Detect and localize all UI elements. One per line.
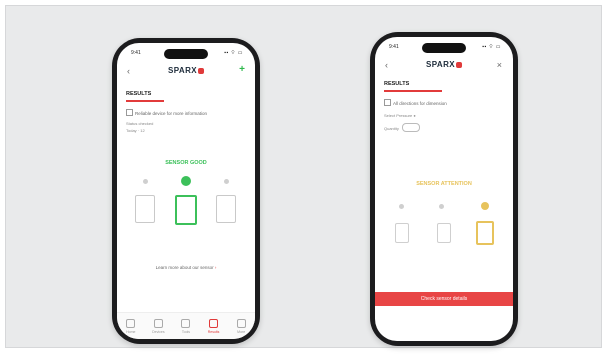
learn-more-link[interactable]: Learn more about our sensor › [117, 265, 255, 270]
tab-tools[interactable]: Tools [177, 318, 195, 334]
pressure-indicator-icon: ● [413, 113, 416, 118]
results-icon [209, 318, 219, 328]
top-bar: ‹ SPARX × [375, 57, 513, 75]
status-icons: ▪▪ ⌔ ▭ [224, 50, 243, 56]
chevron-right-icon: › [214, 265, 217, 270]
add-button[interactable]: + [239, 64, 245, 75]
checkbox-icon[interactable] [126, 109, 133, 116]
devices-icon [153, 318, 163, 328]
indicator-dot-left [143, 179, 148, 184]
close-button[interactable]: × [497, 60, 502, 70]
checkbox-label: All directions for dimension [393, 101, 447, 106]
status-time: 9:41 [389, 44, 399, 50]
indicator-dot-middle [439, 204, 444, 209]
results-heading: RESULTS [126, 91, 152, 97]
indicator-dot-active [481, 202, 489, 210]
phone-left-screen: 9:41 ▪▪ ⌔ ▭ ‹ SPARX + RESULTS Reliable d… [117, 43, 255, 339]
checkbox-icon[interactable] [384, 99, 391, 106]
sensor-status-title: SENSOR ATTENTION [416, 181, 472, 187]
dynamic-island [422, 43, 466, 53]
pressure-line: Select Pressure ● [384, 113, 416, 118]
back-button[interactable]: ‹ [385, 60, 388, 70]
sensor-card-left[interactable] [135, 195, 155, 223]
app-logo: SPARX [168, 66, 204, 75]
dynamic-island [164, 49, 208, 59]
detail-line-1: Status checked [126, 121, 154, 126]
top-bar: ‹ SPARX + [117, 63, 255, 81]
logo-mark-icon [197, 68, 204, 74]
back-button[interactable]: ‹ [127, 66, 130, 76]
app-logo: SPARX [426, 60, 462, 69]
logo-mark-icon [455, 62, 462, 68]
status-time: 9:41 [131, 50, 141, 56]
tab-devices[interactable]: Devices [149, 318, 167, 334]
sensor-card-right[interactable] [216, 195, 236, 223]
screenshot-panel: 9:41 ▪▪ ⌔ ▭ ‹ SPARX + RESULTS Reliable d… [5, 5, 602, 348]
tab-results[interactable]: Results [205, 318, 223, 334]
indicator-dot-left [399, 204, 404, 209]
tools-icon [181, 318, 191, 328]
phone-left: 9:41 ▪▪ ⌔ ▭ ‹ SPARX + RESULTS Reliable d… [112, 38, 260, 344]
checkbox-label: Reliable device for more information [135, 111, 208, 116]
sensor-card-middle[interactable] [437, 223, 451, 243]
quantity-toggle[interactable] [401, 123, 420, 132]
home-icon [126, 318, 136, 328]
results-underline [384, 90, 442, 92]
quantity-line: Quantity [384, 123, 420, 132]
sensor-card-left[interactable] [395, 223, 409, 243]
results-underline [126, 100, 164, 102]
bottom-tab-bar: Home Devices Tools Results More [117, 312, 255, 339]
status-icons: ▪▪ ⌔ ▭ [482, 44, 501, 50]
tab-more[interactable]: More [232, 318, 250, 334]
phone-right-screen: 9:41 ▪▪ ⌔ ▭ ‹ SPARX × RESULTS All direct… [375, 37, 513, 341]
sensor-card-active[interactable] [175, 195, 197, 225]
directions-checkbox-row[interactable]: All directions for dimension [384, 99, 447, 106]
sensor-status-title: SENSOR GOOD [165, 160, 207, 166]
phone-right: 9:41 ▪▪ ⌔ ▭ ‹ SPARX × RESULTS All direct… [370, 32, 518, 346]
sensor-card-active[interactable] [476, 221, 494, 245]
check-sensor-button[interactable]: Check sensor details [375, 292, 513, 306]
results-heading: RESULTS [384, 81, 410, 87]
more-icon [236, 318, 246, 328]
indicator-dot-right [224, 179, 229, 184]
info-checkbox-row[interactable]: Reliable device for more information [126, 109, 207, 116]
detail-line-2: Today · 12 [126, 128, 145, 133]
indicator-dot-active [181, 176, 191, 186]
tab-home[interactable]: Home [122, 318, 140, 334]
